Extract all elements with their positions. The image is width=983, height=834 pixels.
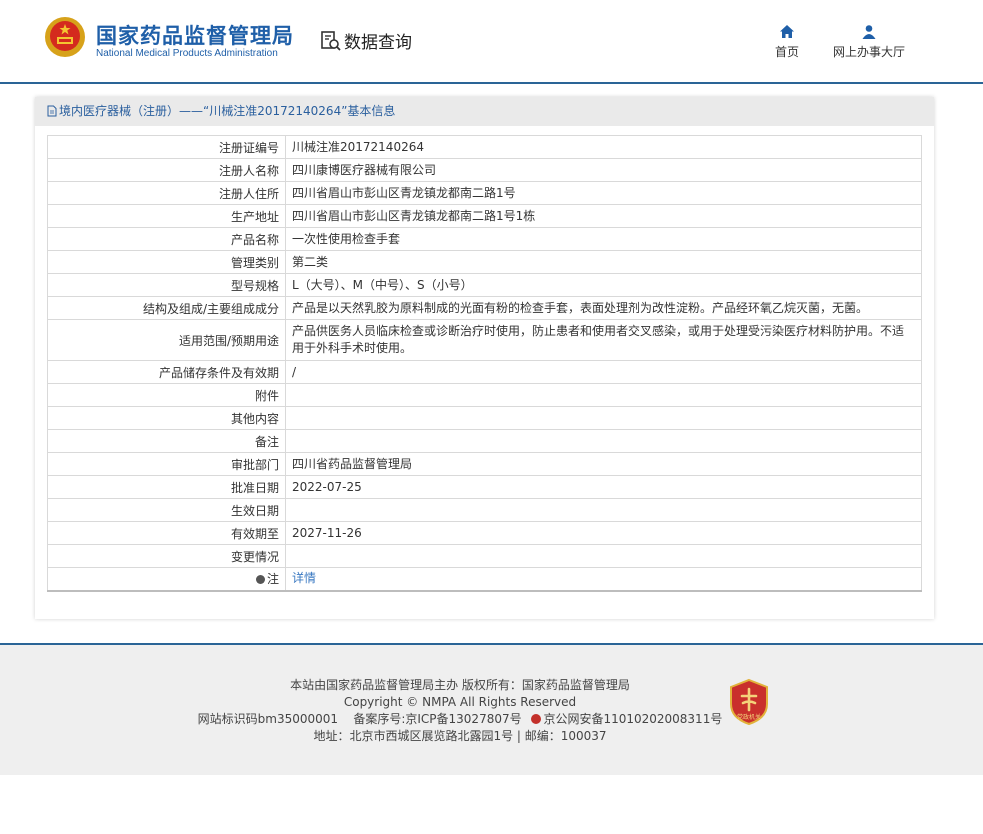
table-row: 附件	[47, 383, 922, 407]
table-row: 生效日期	[47, 498, 922, 522]
field-value	[285, 429, 922, 453]
nav-online-hall[interactable]: 网上办事大厅	[829, 24, 909, 60]
nav-home[interactable]: 首页	[772, 24, 802, 60]
field-label: 管理类别	[47, 250, 286, 274]
table-row: 审批部门 四川省药品监督管理局	[47, 452, 922, 476]
field-label: 备注	[47, 429, 286, 453]
footer-address: 地址：北京市西城区展览路北露园1号 | 邮编：100037	[313, 729, 607, 743]
footer-text: 本站由国家药品监督管理局主办 版权所有：国家药品监督管理局 Copyright …	[150, 677, 770, 745]
table-row: 注册人名称 四川康博医疗器械有限公司	[47, 158, 922, 182]
footer-registrations: 网站标识码bm35000001 备案序号:京ICP备13027807号 京公网安…	[150, 711, 770, 728]
table-row: 批准日期 2022-07-25	[47, 475, 922, 499]
field-value: 详情	[285, 567, 922, 592]
field-label: 产品储存条件及有效期	[47, 360, 286, 384]
field-label: 产品名称	[47, 227, 286, 251]
table-row: 型号规格 L（大号）、M（中号）、S（小号）	[47, 273, 922, 297]
site-footer: 本站由国家药品监督管理局主办 版权所有：国家药品监督管理局 Copyright …	[0, 645, 983, 775]
field-value: 四川康博医疗器械有限公司	[285, 158, 922, 182]
field-label: 有效期至	[47, 521, 286, 545]
field-value: 一次性使用检查手套	[285, 227, 922, 251]
field-label: 适用范围/预期用途	[47, 319, 286, 361]
field-label: 结构及组成/主要组成成分	[47, 296, 286, 320]
table-row: 产品储存条件及有效期 /	[47, 360, 922, 384]
field-label: 变更情况	[47, 544, 286, 568]
table-row: 备注	[47, 429, 922, 453]
details-link[interactable]: 详情	[292, 571, 316, 585]
table-row: 产品名称 一次性使用检查手套	[47, 227, 922, 251]
site-name-cn[interactable]: 国家药品监督管理局	[96, 20, 294, 50]
table-row: 管理类别 第二类	[47, 250, 922, 274]
field-value: 第二类	[285, 250, 922, 274]
field-label: 附件	[47, 383, 286, 407]
field-value: 2027-11-26	[285, 521, 922, 545]
table-row: 有效期至 2027-11-26	[47, 521, 922, 545]
table-row: 注 详情	[47, 567, 922, 592]
field-label: 批准日期	[47, 475, 286, 499]
site-header: 国家药品监督管理局 National Medical Products Admi…	[0, 0, 983, 82]
info-table: 注册证编号 川械注准20172140264 注册人名称 四川康博医疗器械有限公司 注…	[47, 135, 922, 592]
field-value: /	[285, 360, 922, 384]
field-value: 川械注准20172140264	[285, 135, 922, 159]
field-value	[285, 383, 922, 407]
site-name-en[interactable]: National Medical Products Administration	[96, 48, 278, 59]
national-emblem-icon[interactable]	[43, 15, 87, 61]
police-badge-icon	[531, 714, 542, 724]
field-value	[285, 544, 922, 568]
badge-text: 党政机关	[737, 713, 761, 721]
nav-online-hall-label: 网上办事大厅	[832, 45, 905, 59]
field-label: 生产地址	[47, 204, 286, 228]
user-icon	[862, 25, 876, 39]
panel-title: 境内医疗器械（注册）——“川械注准20172140264”基本信息	[59, 104, 396, 118]
field-value	[285, 406, 922, 430]
field-label-note: 注	[47, 567, 286, 592]
field-label: 注册证编号	[47, 135, 286, 159]
field-value: 2022-07-25	[285, 475, 922, 499]
note-label: 注	[266, 572, 279, 587]
party-government-badge-icon[interactable]: 党政机关	[728, 678, 770, 726]
pin-icon	[255, 575, 265, 585]
panel-title-bar: 境内医疗器械（注册）——“川械注准20172140264”基本信息	[35, 97, 934, 126]
table-row: 生产地址 四川省眉山市彭山区青龙镇龙都南二路1号1栋	[47, 204, 922, 228]
field-value: 产品供医务人员临床检查或诊断治疗时使用，防止患者和使用者交叉感染，或用于处理受污…	[285, 319, 922, 361]
footer-site-id: 网站标识码bm35000001	[197, 712, 339, 726]
field-value: 产品是以天然乳胶为原料制成的光面有粉的检查手套，表面处理剂为改性淀粉。产品经环氧…	[285, 296, 922, 320]
field-label: 其他内容	[47, 406, 286, 430]
field-label: 审批部门	[47, 452, 286, 476]
nav-home-label: 首页	[774, 45, 799, 59]
data-search-icon	[321, 30, 341, 51]
table-row: 结构及组成/主要组成成分 产品是以天然乳胶为原料制成的光面有粉的检查手套，表面处理…	[47, 296, 922, 320]
header-divider	[0, 82, 983, 84]
data-query-label: 数据查询	[344, 33, 412, 53]
field-value: L（大号）、M（中号）、S（小号）	[285, 273, 922, 297]
document-icon	[47, 105, 57, 117]
footer-copyright: Copyright © NMPA All Rights Reserved	[343, 695, 577, 709]
data-query-heading[interactable]: 数据查询	[320, 28, 412, 53]
table-row: 注册人住所 四川省眉山市彭山区青龙镇龙都南二路1号	[47, 181, 922, 205]
table-row: 其他内容	[47, 406, 922, 430]
table-row: 适用范围/预期用途 产品供医务人员临床检查或诊断治疗时使用，防止患者和使用者交叉感…	[47, 319, 922, 361]
field-value: 四川省眉山市彭山区青龙镇龙都南二路1号	[285, 181, 922, 205]
field-label: 注册人住所	[47, 181, 286, 205]
field-label: 生效日期	[47, 498, 286, 522]
field-label: 型号规格	[47, 273, 286, 297]
field-value: 四川省药品监督管理局	[285, 452, 922, 476]
home-icon	[780, 25, 794, 38]
table-row: 变更情况	[47, 544, 922, 568]
footer-sponsor: 本站由国家药品监督管理局主办 版权所有：国家药品监督管理局	[290, 678, 630, 692]
field-value: 四川省眉山市彭山区青龙镇龙都南二路1号1栋	[285, 204, 922, 228]
device-info-panel: 境内医疗器械（注册）——“川械注准20172140264”基本信息 注册证编号川…	[35, 97, 934, 619]
field-label: 注册人名称	[47, 158, 286, 182]
table-row: 注册证编号 川械注准20172140264	[47, 135, 922, 159]
footer-icp-link[interactable]: 备案序号:京ICP备13027807号	[353, 712, 521, 726]
footer-police-link[interactable]: 京公网安备11010202008311号	[543, 712, 722, 726]
field-value	[285, 498, 922, 522]
